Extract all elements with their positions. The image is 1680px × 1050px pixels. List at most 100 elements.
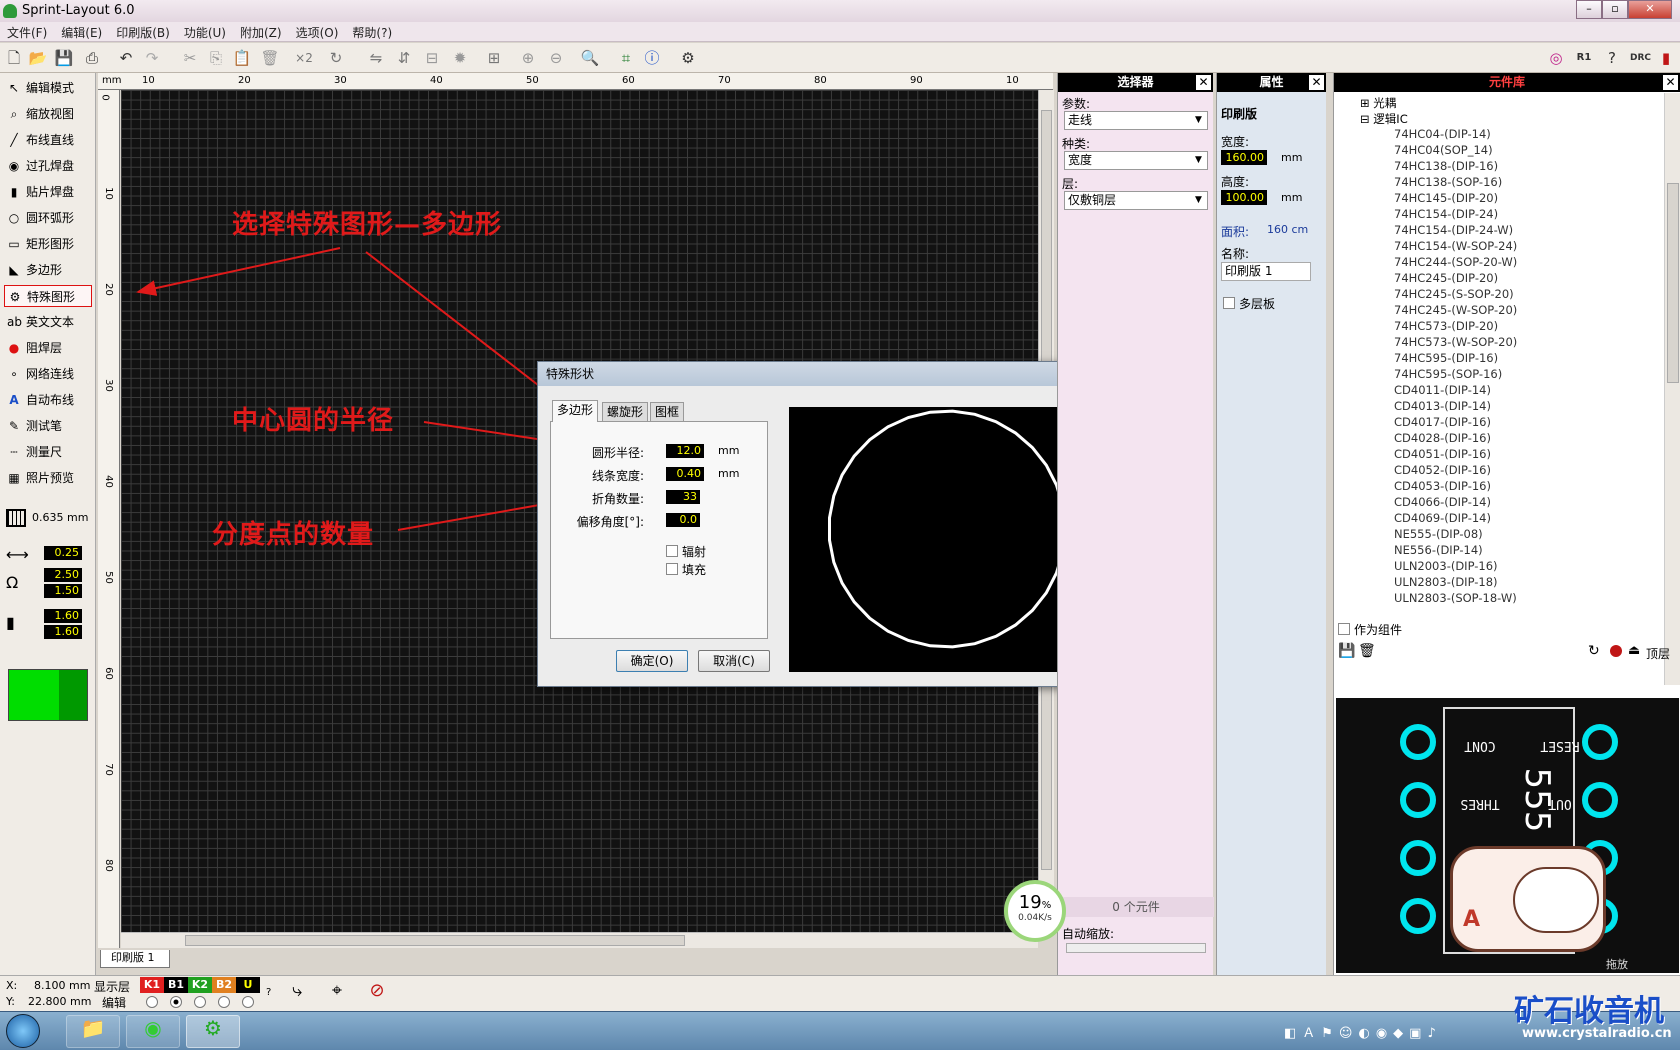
- expand-icon[interactable]: ⊞: [1360, 96, 1373, 110]
- drag-label: 拖放: [1606, 958, 1628, 971]
- library-item[interactable]: 74HC245-(DIP-20): [1394, 271, 1498, 285]
- library-item[interactable]: 74HC595-(SOP-16): [1394, 367, 1502, 381]
- library-item[interactable]: 74HC04(SOP_14): [1394, 143, 1493, 157]
- library-scrollbar[interactable]: [1664, 93, 1680, 685]
- line-width-field[interactable]: 0.40: [666, 467, 704, 481]
- selector-close-icon[interactable]: ✕: [1196, 75, 1211, 90]
- library-item[interactable]: 74HC244-(SOP-20-W): [1394, 255, 1517, 269]
- refresh-icon[interactable]: ↻: [1588, 643, 1600, 659]
- expand-icon[interactable]: ⊟: [1360, 112, 1373, 126]
- library-item[interactable]: 74HC595-(DIP-16): [1394, 351, 1498, 365]
- library-item[interactable]: NE556-(DIP-14): [1394, 543, 1483, 557]
- library-header: 元件库 ✕: [1334, 73, 1680, 92]
- library-item[interactable]: CD4052-(DIP-16): [1394, 463, 1491, 477]
- radius-field[interactable]: 12.0: [666, 444, 704, 458]
- net-speed: 0.04K/s: [1018, 913, 1052, 923]
- kind-select[interactable]: 宽度 ▼: [1064, 151, 1208, 170]
- layer-select[interactable]: 仅敷铜层 ▼: [1064, 191, 1208, 210]
- tab-spiral[interactable]: 螺旋形: [602, 402, 649, 422]
- annotation-select-special: 选择特殊图形—多边形: [232, 210, 503, 240]
- library-item[interactable]: CD4051-(DIP-16): [1394, 447, 1491, 461]
- library-item[interactable]: CD4069-(DIP-14): [1394, 511, 1491, 525]
- library-item[interactable]: 74HC138-(DIP-16): [1394, 159, 1498, 173]
- param-select[interactable]: 走线 ▼: [1064, 111, 1208, 130]
- edit-layer-radio[interactable]: [242, 996, 254, 1008]
- layer-toggle-b2[interactable]: B2: [212, 977, 236, 993]
- record-icon[interactable]: [1610, 645, 1622, 657]
- library-item[interactable]: CD4011-(DIP-14): [1394, 383, 1491, 397]
- tab-polygon[interactable]: 多边形: [552, 400, 599, 422]
- stamp-icon[interactable]: ⏏: [1628, 643, 1640, 658]
- library-item[interactable]: CD4053-(DIP-16): [1394, 479, 1491, 493]
- tab-frame[interactable]: 图框: [650, 402, 685, 422]
- save-icon[interactable]: 💾: [1338, 643, 1355, 659]
- edit-layer-radio[interactable]: [170, 996, 182, 1008]
- library-item[interactable]: CD4028-(DIP-16): [1394, 431, 1491, 445]
- library-item[interactable]: 74HC245-(S-SOP-20): [1394, 287, 1514, 301]
- layer-toggle-k1[interactable]: K1: [140, 977, 164, 993]
- edit-layer-radio[interactable]: [194, 996, 206, 1008]
- name-label: 名称:: [1221, 247, 1250, 261]
- library-item[interactable]: 74HC154-(DIP-24): [1394, 207, 1498, 221]
- library-item[interactable]: 74HC573-(W-SOP-20): [1394, 335, 1517, 349]
- library-item[interactable]: 74HC154-(DIP-24-W): [1394, 223, 1513, 237]
- properties-close-icon[interactable]: ✕: [1309, 75, 1324, 90]
- pin-label-reset: RESET: [1540, 738, 1579, 753]
- cancel-button[interactable]: 取消(C): [698, 650, 770, 672]
- layer-toggle-k2[interactable]: K2: [188, 977, 212, 993]
- height-unit: mm: [1281, 191, 1303, 204]
- corner-count-field[interactable]: 33: [666, 490, 700, 504]
- library-item[interactable]: CD4017-(DIP-16): [1394, 415, 1491, 429]
- library-item[interactable]: NE555-(DIP-08): [1394, 527, 1483, 541]
- selector-header: 选择器 ✕: [1058, 73, 1213, 92]
- library-group[interactable]: ⊟ 逻辑IC: [1360, 111, 1408, 127]
- library-close-icon[interactable]: ✕: [1663, 75, 1678, 90]
- height-field[interactable]: 100.00: [1221, 190, 1267, 205]
- library-item[interactable]: 74HC04-(DIP-14): [1394, 127, 1491, 141]
- library-item[interactable]: 74HC138-(SOP-16): [1394, 175, 1502, 189]
- route-curve-icon[interactable]: ⤷: [282, 980, 312, 1008]
- selector-panel: 选择器 ✕ 参数: 走线 ▼ 种类: 宽度 ▼ 层: 仅敷铜层 ▼ 0 个元件 自动缩放…: [1057, 73, 1214, 975]
- ok-button[interactable]: 确定(O): [616, 650, 688, 672]
- browser-icon[interactable]: ◉: [126, 1015, 180, 1048]
- explorer-icon[interactable]: 📁: [66, 1015, 120, 1048]
- sprint-layout-taskbar-icon[interactable]: ⚙: [186, 1015, 240, 1048]
- layer-help-icon[interactable]: ?: [266, 976, 282, 1010]
- library-item[interactable]: ULN2803-(SOP-18-W): [1394, 591, 1517, 605]
- library-item[interactable]: 74HC245-(W-SOP-20): [1394, 303, 1517, 317]
- offset-angle-field[interactable]: 0.0: [666, 513, 700, 527]
- layer-toggle-u[interactable]: U: [236, 977, 260, 993]
- library-item[interactable]: ULN2803-(DIP-18): [1394, 575, 1498, 589]
- library-item[interactable]: CD4013-(DIP-14): [1394, 399, 1491, 413]
- width-unit: mm: [1281, 151, 1303, 164]
- as-component-checkbox[interactable]: [1338, 623, 1350, 635]
- library-item[interactable]: CD4066-(DIP-14): [1394, 495, 1491, 509]
- trash-icon[interactable]: 🗑: [1358, 643, 1376, 659]
- line-width-unit: mm: [718, 467, 740, 480]
- layer-switches: K1 B1 K2 B2 U: [140, 977, 260, 1008]
- name-field[interactable]: 印刷版 1: [1221, 262, 1311, 281]
- multilayer-checkbox[interactable]: [1223, 297, 1235, 309]
- edit-layer-radio[interactable]: [218, 996, 230, 1008]
- layer-toggle-b1[interactable]: B1: [164, 977, 188, 993]
- start-button-icon[interactable]: [6, 1014, 40, 1048]
- library-item[interactable]: 74HC154-(W-SOP-24): [1394, 239, 1517, 253]
- arrow-to-special-tool: [136, 247, 341, 296]
- target-icon[interactable]: ⌖: [322, 980, 352, 1008]
- net-percent-unit: %: [1041, 900, 1052, 911]
- library-group[interactable]: ⊞ 光耦: [1360, 95, 1396, 111]
- multilayer-label: 多层板: [1239, 297, 1276, 311]
- library-item[interactable]: 74HC573-(DIP-20): [1394, 319, 1498, 333]
- layer-label: 层:: [1062, 177, 1079, 191]
- edit-layer-radio[interactable]: [146, 996, 158, 1008]
- library-item[interactable]: ULN2003-(DIP-16): [1394, 559, 1498, 573]
- no-connection-icon[interactable]: ⊘: [362, 980, 392, 1008]
- y-coordinate: 22.800 mm: [28, 995, 92, 1008]
- fill-checkbox[interactable]: [666, 563, 678, 575]
- library-item[interactable]: 74HC145-(DIP-20): [1394, 191, 1498, 205]
- radial-checkbox[interactable]: [666, 545, 678, 557]
- autozoom-slider[interactable]: [1066, 943, 1206, 953]
- radius-unit: mm: [718, 444, 740, 457]
- width-field[interactable]: 160.00: [1221, 150, 1267, 165]
- tray-icons[interactable]: ◧Ａ⚑☺◐◉◆▣♪: [1284, 1022, 1464, 1042]
